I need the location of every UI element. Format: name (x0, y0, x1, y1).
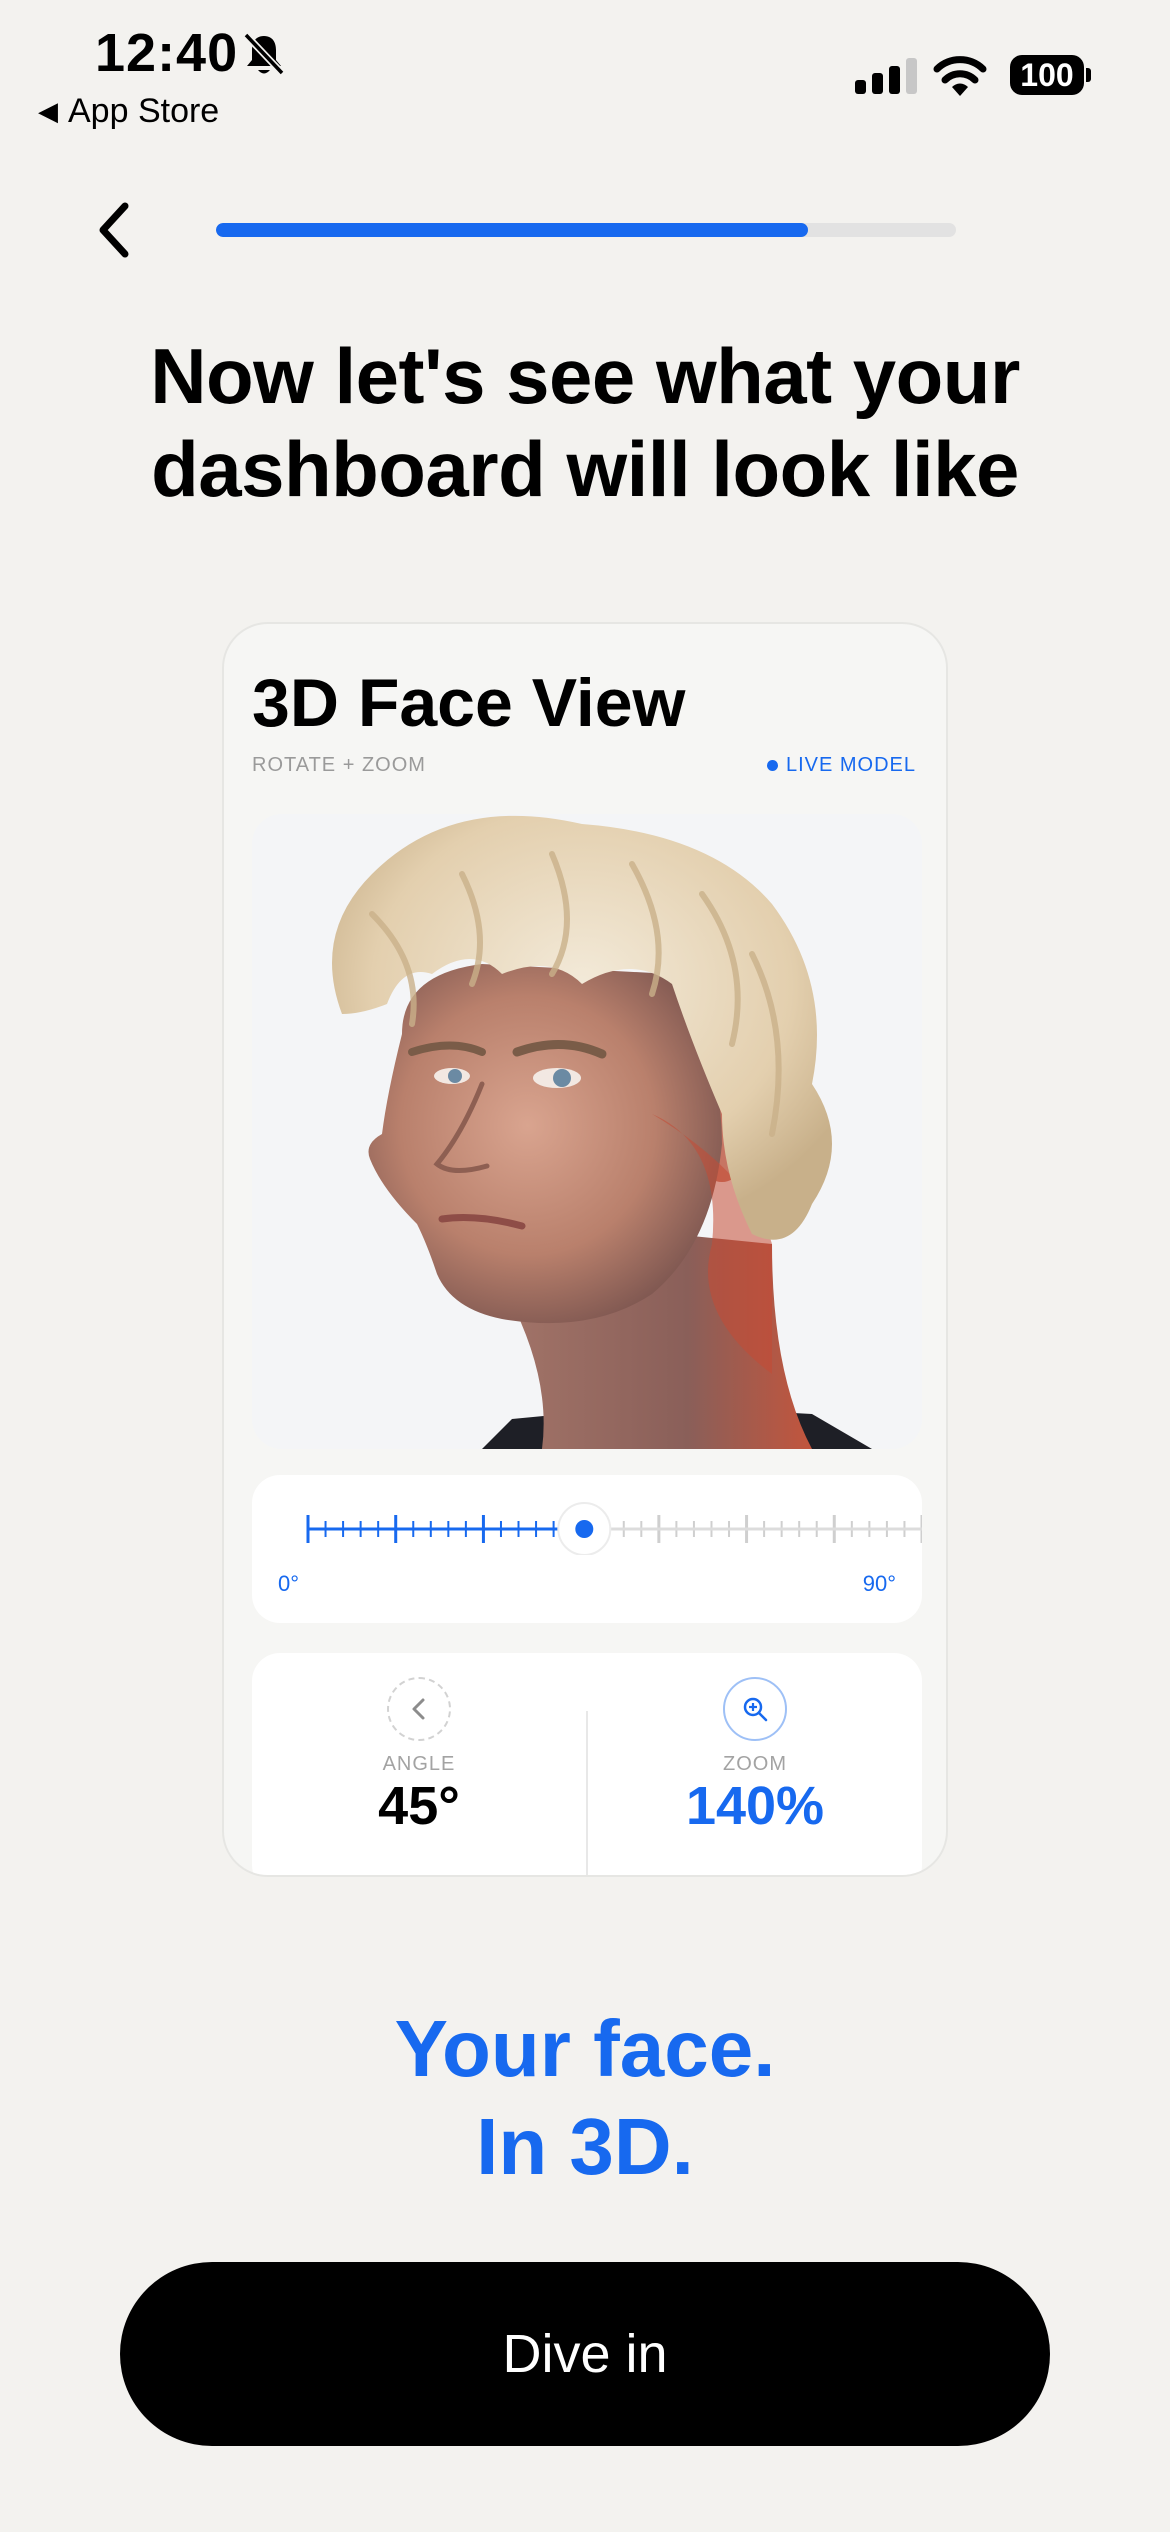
slider-max-label: 90° (862, 1571, 896, 1596)
dive-in-button[interactable]: Dive in (120, 2262, 1050, 2446)
onboarding-progress-bar (216, 223, 956, 237)
zoom-button[interactable] (723, 1677, 787, 1741)
tagline-line-1: Your face. (394, 2004, 776, 2093)
wifi-icon (933, 52, 987, 101)
angle-label: ANGLE (382, 1753, 456, 1775)
angle-slider[interactable] (252, 1475, 922, 1555)
tagline: Your face. In 3D. (0, 2000, 1170, 2196)
zoom-in-icon (743, 1697, 768, 1722)
headline-line-1: Now let's see what your (150, 332, 1020, 420)
face-model-image[interactable] (252, 814, 922, 1449)
back-triangle-icon: ◀ (38, 96, 58, 126)
page-headline: Now let's see what your dashboard will l… (0, 330, 1170, 516)
angle-value: 45° (378, 1776, 460, 1836)
silent-bell-icon (243, 32, 285, 83)
back-app-label: App Store (68, 92, 220, 130)
chevron-left-icon (412, 1698, 425, 1720)
battery-tip (1086, 68, 1091, 82)
zoom-value: 140% (685, 1776, 825, 1836)
chevron-left-icon (99, 202, 129, 258)
live-model-badge: LIVE MODEL (766, 754, 916, 777)
angle-back-button[interactable] (387, 1677, 451, 1741)
back-button[interactable] (78, 195, 148, 265)
angle-slider-panel: 0° 90° (252, 1475, 922, 1623)
zoom-stat: ZOOM 140% (588, 1653, 922, 1875)
battery-indicator: 100 (1010, 55, 1084, 95)
angle-stat: ANGLE 45° (252, 1653, 586, 1875)
back-to-app-store[interactable]: ◀ App Store (38, 92, 219, 131)
stats-panel: ANGLE 45° ZOOM 140% (252, 1653, 922, 1875)
live-dot-icon (766, 760, 778, 771)
face-view-preview-card: 3D Face View ROTATE + ZOOM LIVE MODEL 0°… (222, 622, 948, 1877)
cellular-signal-icon (855, 58, 917, 94)
headline-line-2: dashboard will look like (151, 425, 1019, 513)
live-model-label: LIVE MODEL (785, 754, 916, 776)
progress-fill (216, 223, 808, 237)
card-subtitle: ROTATE + ZOOM (252, 754, 426, 776)
zoom-label: ZOOM (723, 1753, 787, 1775)
status-time: 12:40 (95, 23, 239, 83)
tagline-line-2: In 3D. (476, 2102, 694, 2191)
slider-min-label: 0° (278, 1571, 300, 1596)
card-title: 3D Face View (252, 665, 686, 741)
